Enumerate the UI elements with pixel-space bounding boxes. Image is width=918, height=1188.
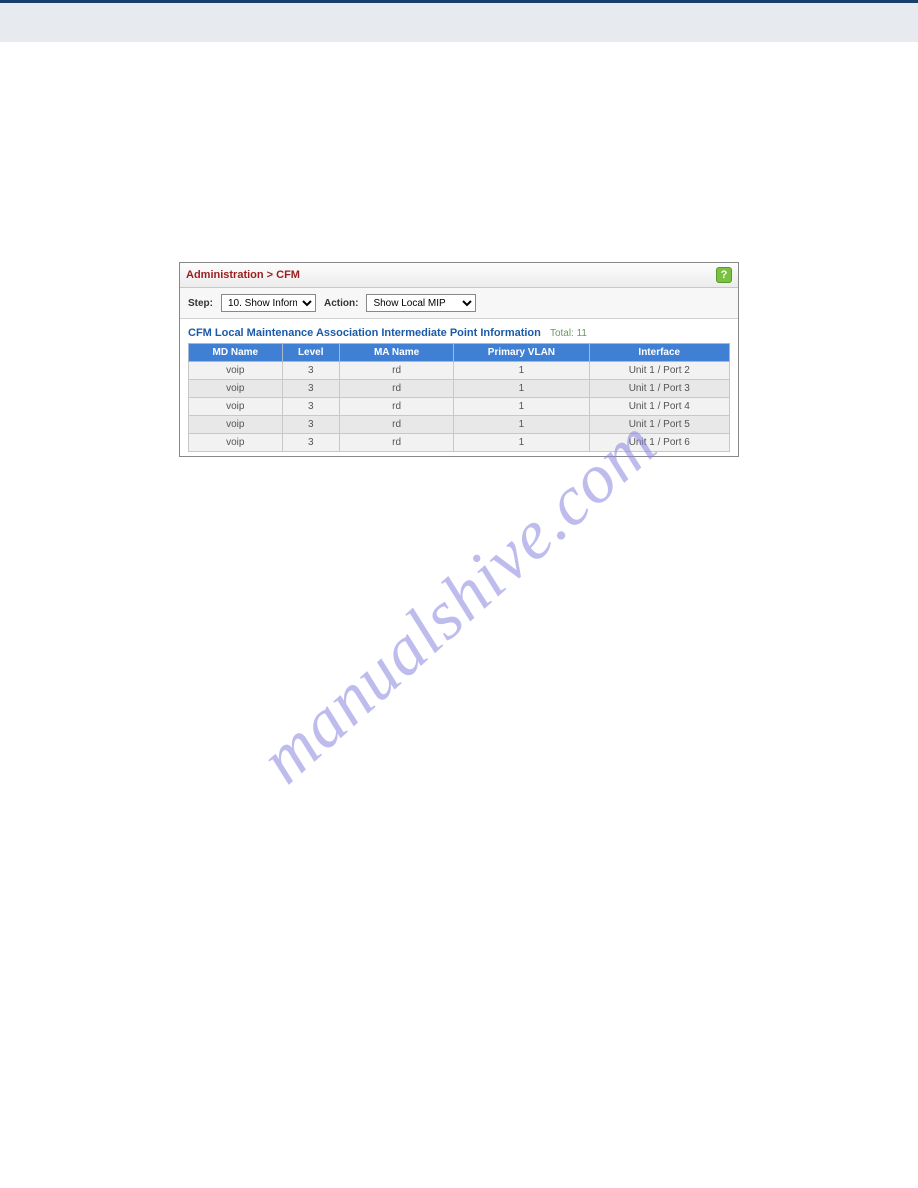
cell-ma: rd xyxy=(339,416,453,434)
cfm-panel: Administration > CFM ? Step: 10. Show In… xyxy=(179,262,739,457)
cell-iface: Unit 1 / Port 2 xyxy=(589,362,729,380)
col-level: Level xyxy=(282,344,339,362)
step-label: Step: xyxy=(188,298,213,309)
table-title-prefix: CFM Local Maintenance Association xyxy=(188,327,381,339)
cell-level: 3 xyxy=(282,362,339,380)
table-title-emph: Intermediate Point Information xyxy=(381,327,541,339)
cell-level: 3 xyxy=(282,434,339,452)
table-title-row: CFM Local Maintenance Association Interm… xyxy=(180,319,738,343)
col-ma-name: MA Name xyxy=(339,344,453,362)
cell-level: 3 xyxy=(282,416,339,434)
step-select[interactable]: 10. Show Information xyxy=(221,294,316,312)
cell-iface: Unit 1 / Port 3 xyxy=(589,380,729,398)
col-md-name: MD Name xyxy=(189,344,283,362)
table-header-row: MD Name Level MA Name Primary VLAN Inter… xyxy=(189,344,730,362)
cell-md: voip xyxy=(189,416,283,434)
help-icon[interactable]: ? xyxy=(716,267,732,283)
mip-table: MD Name Level MA Name Primary VLAN Inter… xyxy=(188,343,730,452)
table-title: CFM Local Maintenance Association Interm… xyxy=(188,327,544,339)
table-row: voip 3 rd 1 Unit 1 / Port 5 xyxy=(189,416,730,434)
page-top-bar xyxy=(0,0,918,42)
breadcrumb: Administration > CFM xyxy=(186,269,300,281)
table-row: voip 3 rd 1 Unit 1 / Port 2 xyxy=(189,362,730,380)
col-interface: Interface xyxy=(589,344,729,362)
table-row: voip 3 rd 1 Unit 1 / Port 4 xyxy=(189,398,730,416)
cell-ma: rd xyxy=(339,434,453,452)
action-select[interactable]: Show Local MIP xyxy=(366,294,476,312)
table-row: voip 3 rd 1 Unit 1 / Port 3 xyxy=(189,380,730,398)
cell-iface: Unit 1 / Port 6 xyxy=(589,434,729,452)
content-area: Administration > CFM ? Step: 10. Show In… xyxy=(0,42,918,457)
cell-ma: rd xyxy=(339,362,453,380)
controls-row: Step: 10. Show Information Action: Show … xyxy=(180,288,738,319)
cell-iface: Unit 1 / Port 4 xyxy=(589,398,729,416)
cell-vlan: 1 xyxy=(454,380,589,398)
panel-header: Administration > CFM ? xyxy=(180,263,738,288)
cell-level: 3 xyxy=(282,380,339,398)
cell-vlan: 1 xyxy=(454,398,589,416)
cell-md: voip xyxy=(189,398,283,416)
total-count: Total: 11 xyxy=(550,328,587,339)
cell-level: 3 xyxy=(282,398,339,416)
cell-iface: Unit 1 / Port 5 xyxy=(589,416,729,434)
cell-vlan: 1 xyxy=(454,434,589,452)
cell-md: voip xyxy=(189,434,283,452)
cell-vlan: 1 xyxy=(454,416,589,434)
cell-vlan: 1 xyxy=(454,362,589,380)
table-row: voip 3 rd 1 Unit 1 / Port 6 xyxy=(189,434,730,452)
cell-md: voip xyxy=(189,380,283,398)
cell-md: voip xyxy=(189,362,283,380)
action-label: Action: xyxy=(324,298,358,309)
cell-ma: rd xyxy=(339,398,453,416)
cell-ma: rd xyxy=(339,380,453,398)
col-primary-vlan: Primary VLAN xyxy=(454,344,589,362)
watermark: manualshive.com xyxy=(245,404,672,800)
